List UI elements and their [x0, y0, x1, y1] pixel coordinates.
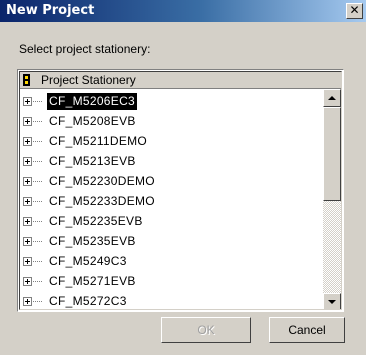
tree-connector [33, 121, 43, 122]
tree-connector [33, 301, 43, 302]
tree-item-label: CF_M5213EVB [49, 154, 136, 168]
scroll-thumb[interactable] [323, 107, 341, 201]
new-project-dialog: New Project ✕ Select project stationery:… [0, 0, 366, 355]
tree-connector [33, 161, 43, 162]
tree-list: CF_M5206EC3 CF_M5208EVB CF_M5211DEMO CF_M52… [20, 89, 323, 309]
title-bar[interactable]: New Project ✕ [0, 0, 366, 22]
tree-item[interactable]: CF_M5272C3 [20, 292, 323, 309]
window-title: New Project [6, 3, 95, 18]
expand-icon[interactable] [23, 277, 32, 286]
tree-item-label: CF_M5272C3 [49, 294, 127, 308]
up-arrow-icon [328, 96, 336, 100]
stationery-tree[interactable]: Project Stationery CF_M5206EC3 CF_M5208EV… [17, 69, 344, 312]
close-icon: ✕ [349, 3, 360, 17]
scroll-down-button[interactable] [323, 293, 341, 309]
expand-icon[interactable] [23, 117, 32, 126]
prompt-label: Select project stationery: [19, 42, 151, 56]
expand-icon[interactable] [23, 97, 32, 106]
tree-item-label: CF_M52235EVB [49, 214, 143, 228]
vertical-scrollbar[interactable] [323, 89, 341, 309]
expand-icon[interactable] [23, 217, 32, 226]
tree-item[interactable]: CF_M5211DEMO [20, 132, 323, 151]
tree-item[interactable]: CF_M5208EVB [20, 112, 323, 131]
tree-item-label: CF_M5208EVB [49, 114, 136, 128]
tree-item[interactable]: CF_M5271EVB [20, 272, 323, 291]
scroll-up-button[interactable] [323, 89, 341, 107]
expand-icon[interactable] [23, 137, 32, 146]
tree-connector [33, 281, 43, 282]
down-arrow-icon [328, 300, 336, 304]
tree-connector [33, 241, 43, 242]
tree-item-label: CF_M52230DEMO [49, 174, 155, 188]
stationery-icon [23, 74, 30, 86]
tree-connector [33, 181, 43, 182]
tree-item[interactable]: CF_M52230DEMO [20, 172, 323, 191]
tree-item-label: CF_M5235EVB [49, 234, 136, 248]
tree-item[interactable]: CF_M5235EVB [20, 232, 323, 251]
tree-connector [33, 221, 43, 222]
column-header[interactable]: Project Stationery [20, 72, 341, 89]
column-header-label: Project Stationery [41, 73, 136, 87]
expand-icon[interactable] [23, 197, 32, 206]
expand-icon[interactable] [23, 177, 32, 186]
tree-item-label: CF_M5206EC3 [47, 93, 138, 110]
ok-button[interactable]: OK [161, 317, 251, 343]
tree-item[interactable]: CF_M5249C3 [20, 252, 323, 271]
expand-icon[interactable] [23, 297, 32, 306]
tree-item[interactable]: CF_M52235EVB [20, 212, 323, 231]
tree-item[interactable]: CF_M52233DEMO [20, 192, 323, 211]
tree-connector [33, 101, 43, 102]
expand-icon[interactable] [23, 237, 32, 246]
tree-item-label: CF_M5249C3 [49, 254, 127, 268]
expand-icon[interactable] [23, 157, 32, 166]
cancel-button[interactable]: Cancel [269, 317, 345, 343]
tree-item-label: CF_M5211DEMO [49, 134, 148, 148]
close-button[interactable]: ✕ [346, 3, 363, 19]
tree-connector [33, 201, 43, 202]
tree-item-label: CF_M5271EVB [49, 274, 136, 288]
tree-connector [33, 141, 43, 142]
expand-icon[interactable] [23, 257, 32, 266]
tree-connector [33, 261, 43, 262]
tree-item[interactable]: CF_M5206EC3 [20, 92, 323, 111]
tree-item[interactable]: CF_M5213EVB [20, 152, 323, 171]
tree-item-label: CF_M52233DEMO [49, 194, 155, 208]
